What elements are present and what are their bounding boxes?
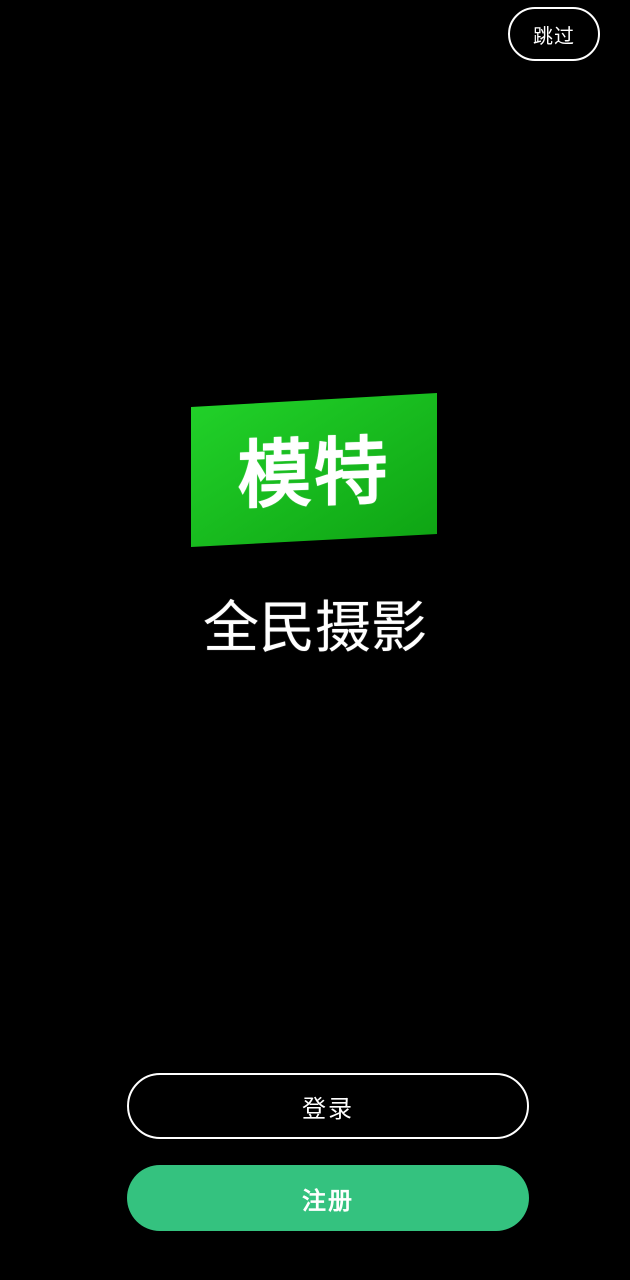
app-logo: 模特 全民摄影: [190, 392, 440, 662]
logo-badge-text: 模特: [237, 428, 390, 520]
logo-tagline: 全民摄影: [203, 595, 427, 661]
login-button[interactable]: 登录: [127, 1073, 529, 1139]
register-button[interactable]: 注册: [127, 1165, 529, 1231]
logo-badge: 模特: [190, 392, 437, 547]
skip-button[interactable]: 跳过: [508, 7, 600, 61]
